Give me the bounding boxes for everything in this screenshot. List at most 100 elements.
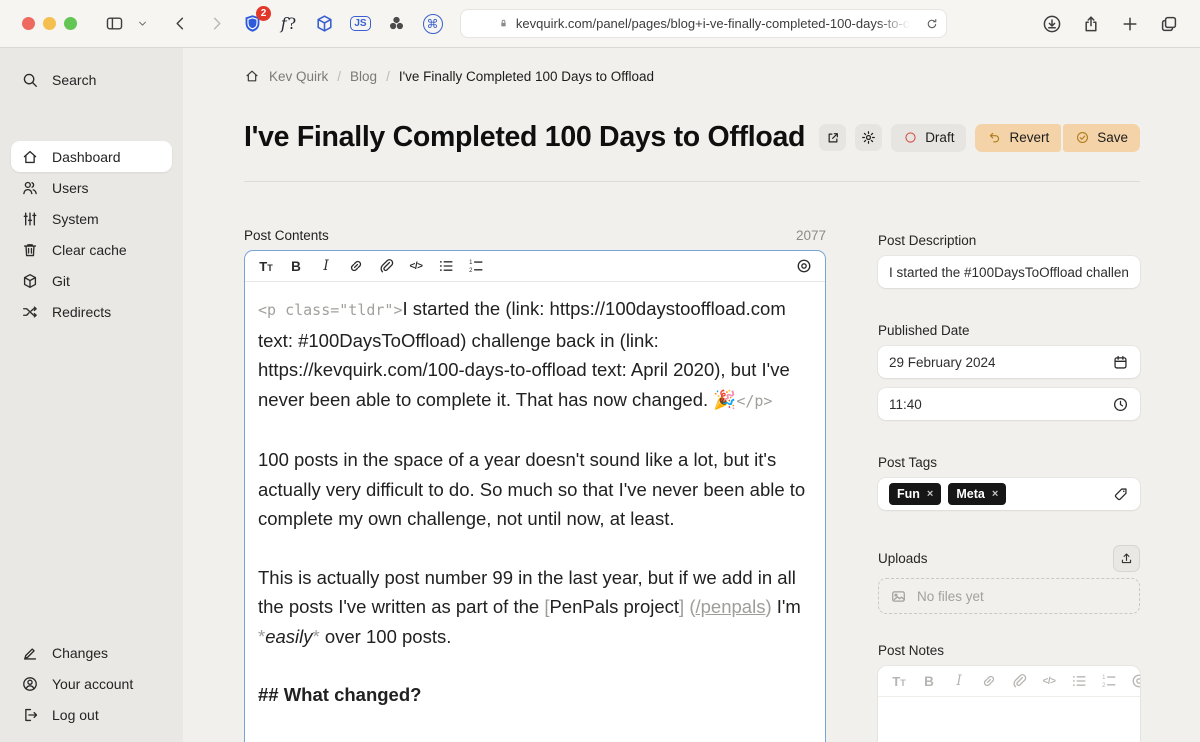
sidebar-item-changes[interactable]: Changes	[11, 637, 172, 668]
code-toolbar-button[interactable]: </>	[1034, 668, 1064, 694]
js-icon: JS	[350, 16, 370, 31]
draft-status-icon	[903, 130, 918, 145]
remove-tag-button[interactable]: ×	[992, 489, 998, 500]
js-extension-button[interactable]: JS	[349, 12, 372, 35]
bullet-list-toolbar-button[interactable]	[431, 253, 461, 279]
sidebar-item-system[interactable]: System	[11, 203, 172, 234]
trash-icon	[21, 241, 39, 259]
post-contents-editor[interactable]: TTBI </> 12 <p class="tldr">I started the …	[244, 250, 826, 742]
open-external-button[interactable]	[819, 124, 846, 151]
logout-icon	[21, 706, 39, 724]
revert-button[interactable]: Revert	[975, 124, 1061, 152]
external-link-icon	[825, 130, 841, 146]
published-date-input[interactable]: 29 February 2024	[878, 346, 1140, 378]
draft-status-button[interactable]: Draft	[891, 124, 966, 152]
minimize-window-button[interactable]	[43, 17, 56, 30]
bold-toolbar-button[interactable]: B	[914, 668, 944, 694]
sidebar-nav: DashboardUsersSystemClear cacheGitRedire…	[0, 141, 183, 327]
sidebar-item-log-out[interactable]: Log out	[11, 699, 172, 730]
post-description-input[interactable]: I started the #100DaysToOffload challeng	[878, 256, 1140, 288]
shield-extension-button[interactable]: 2	[241, 12, 264, 35]
f-question-icon: f?	[281, 14, 297, 33]
sidebar-item-label: Search	[52, 72, 96, 88]
sidebar-item-dashboard[interactable]: Dashboard	[11, 141, 172, 172]
home-icon[interactable]	[244, 68, 260, 84]
published-date-value: 29 February 2024	[889, 355, 996, 370]
tag-label: Fun	[897, 487, 920, 501]
sidebar-item-search[interactable]: Search	[11, 64, 172, 95]
remove-tag-button[interactable]: ×	[927, 489, 933, 500]
maximize-window-button[interactable]	[64, 17, 77, 30]
main-content: Kev Quirk / Blog / I've Finally Completed 10…	[183, 48, 1200, 742]
save-button[interactable]: Save	[1063, 124, 1140, 152]
focus-toolbar-button[interactable]	[1124, 668, 1140, 694]
back-button[interactable]	[169, 13, 191, 35]
sidebar-top: Search	[0, 64, 183, 95]
new-tab-button[interactable]	[1119, 13, 1141, 35]
calendar-icon[interactable]	[1112, 354, 1129, 371]
breadcrumb-item[interactable]: Blog	[350, 69, 377, 84]
breadcrumb-item: I've Finally Completed 100 Days to Offlo…	[399, 69, 654, 84]
reload-button[interactable]	[925, 17, 939, 31]
forward-button[interactable]	[205, 13, 227, 35]
bullet-list-toolbar-button[interactable]	[1064, 668, 1094, 694]
tag-pill-meta[interactable]: Meta×	[948, 483, 1006, 505]
sidebar-toggle-icon[interactable]	[103, 13, 125, 35]
published-time-input[interactable]: 11:40	[878, 388, 1140, 420]
downloads-button[interactable]	[1041, 13, 1063, 35]
post-contents-section: Post Contents 2077 TTBI</>12 <p class="t…	[244, 228, 826, 742]
upload-button[interactable]	[1113, 545, 1140, 572]
page-actions: Draft Revert Save	[819, 124, 1140, 152]
numbered-list-toolbar-button[interactable]: 12	[461, 253, 491, 279]
post-notes-editor[interactable]: TTBI </> 12	[878, 666, 1140, 742]
settings-button[interactable]	[855, 124, 882, 151]
sidebar-item-label: Your account	[52, 676, 133, 692]
f-question-extension-button[interactable]: f?	[277, 12, 300, 35]
cube-extension-button[interactable]	[313, 12, 336, 35]
link-toolbar-button[interactable]	[974, 668, 1004, 694]
uploads-dropzone[interactable]: No files yet	[878, 578, 1140, 614]
numbered-list-toolbar-button[interactable]: 12	[1094, 668, 1124, 694]
url-text: kevquirk.com/panel/pages/blog+i-ve-final…	[516, 16, 910, 31]
code-toolbar-button[interactable]: </>	[401, 253, 431, 279]
attachment-toolbar-button[interactable]	[371, 253, 401, 279]
tab-overview-button[interactable]	[1158, 13, 1180, 35]
tag-pill-fun[interactable]: Fun ×	[889, 483, 941, 505]
editor-paragraph: 100 posts in the space of a year doesn't…	[258, 445, 812, 534]
italic-toolbar-button[interactable]: I	[944, 668, 974, 694]
sidebar-item-git[interactable]: Git	[11, 265, 172, 296]
post-notes-label: Post Notes	[878, 643, 1140, 658]
link-toolbar-button[interactable]	[341, 253, 371, 279]
search-icon	[21, 71, 39, 89]
post-tags-input[interactable]: Fun×Meta×	[878, 478, 1140, 510]
clock-icon[interactable]	[1112, 396, 1129, 413]
chevron-down-icon[interactable]	[131, 13, 153, 35]
italic-toolbar-button[interactable]: I	[311, 253, 341, 279]
text-style-toolbar-button[interactable]: TT	[251, 253, 281, 279]
tag-icon[interactable]	[1112, 486, 1129, 503]
post-description-label: Post Description	[878, 233, 1140, 248]
breadcrumb-separator: /	[386, 69, 390, 84]
post-tags-section: Post Tags Fun×Meta×	[878, 455, 1140, 510]
breadcrumb-separator: /	[337, 69, 341, 84]
extensions-bar: 2 f? JS ⌘	[241, 12, 444, 35]
breadcrumb-item[interactable]: Kev Quirk	[269, 69, 328, 84]
bold-toolbar-button[interactable]: B	[281, 253, 311, 279]
browser-chrome: 2 f? JS ⌘ kevquirk.com/panel/pages/blog+i-v…	[0, 0, 1200, 48]
sidebar-item-your-account[interactable]: Your account	[11, 668, 172, 699]
share-button[interactable]	[1080, 13, 1102, 35]
sidebar-item-redirects[interactable]: Redirects	[11, 296, 172, 327]
notes-toolbar: TTBI </> 12	[878, 666, 1140, 697]
clover-extension-button[interactable]	[385, 12, 408, 35]
attachment-toolbar-button[interactable]	[1004, 668, 1034, 694]
shuffle-icon	[21, 303, 39, 321]
address-bar[interactable]: kevquirk.com/panel/pages/blog+i-ve-final…	[460, 9, 947, 38]
close-window-button[interactable]	[22, 17, 35, 30]
window-controls	[22, 17, 77, 30]
text-style-toolbar-button[interactable]: TT	[884, 668, 914, 694]
focus-toolbar-button[interactable]	[789, 253, 819, 279]
sidebar-item-clear-cache[interactable]: Clear cache	[11, 234, 172, 265]
command-extension-button[interactable]: ⌘	[421, 12, 444, 35]
editor-content[interactable]: <p class="tldr">I started the (link: htt…	[245, 282, 825, 722]
sidebar-item-users[interactable]: Users	[11, 172, 172, 203]
